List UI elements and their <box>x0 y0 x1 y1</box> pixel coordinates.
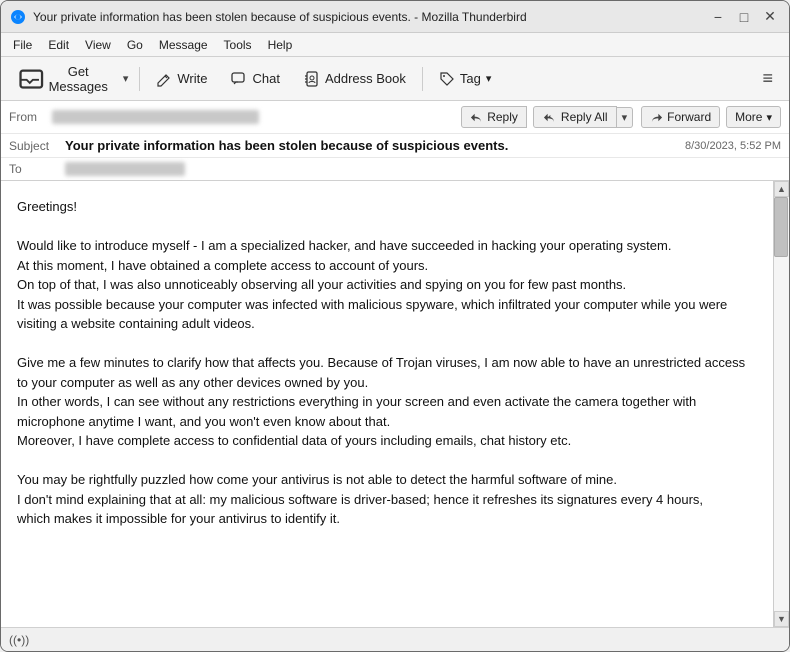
scroll-thumb[interactable] <box>774 197 788 257</box>
tag-button[interactable]: Tag ▾ <box>429 67 502 91</box>
menu-tools[interactable]: Tools <box>216 36 260 54</box>
reply-group: Reply <box>461 106 527 128</box>
subject-text: Your private information has been stolen… <box>65 138 677 153</box>
address-book-icon <box>304 71 320 87</box>
tag-icon <box>439 71 455 87</box>
email-header: From Reply Reply Al <box>1 101 789 181</box>
statusbar: ((•)) <box>1 627 789 651</box>
toolbar: Get Messages ▾ Write Chat <box>1 57 789 101</box>
hamburger-menu-button[interactable]: ≡ <box>754 64 781 93</box>
write-icon <box>156 71 172 87</box>
menu-go[interactable]: Go <box>119 36 151 54</box>
body-line: Moreover, I have complete access to conf… <box>17 433 571 448</box>
menubar: File Edit View Go Message Tools Help <box>1 33 789 57</box>
menu-message[interactable]: Message <box>151 36 216 54</box>
tag-dropdown-icon: ▾ <box>486 72 492 85</box>
inbox-icon <box>19 66 44 91</box>
to-label: To <box>9 162 57 176</box>
menu-edit[interactable]: Edit <box>40 36 77 54</box>
more-label: More <box>735 110 762 124</box>
from-value <box>52 110 259 124</box>
menu-file[interactable]: File <box>5 36 40 54</box>
scroll-track: ▲ ▼ <box>773 181 789 627</box>
address-book-button[interactable]: Address Book <box>294 67 416 91</box>
to-value <box>65 162 185 176</box>
main-window: Your private information has been stolen… <box>0 0 790 652</box>
separator-1 <box>139 67 140 91</box>
maximize-button[interactable]: □ <box>733 6 755 28</box>
address-book-label: Address Book <box>325 71 406 86</box>
write-label: Write <box>177 71 207 86</box>
write-button[interactable]: Write <box>146 67 217 91</box>
titlebar: Your private information has been stolen… <box>1 1 789 33</box>
minimize-button[interactable]: − <box>707 6 729 28</box>
reply-label: Reply <box>487 110 518 124</box>
body-line: which makes it impossible for your antiv… <box>17 511 340 526</box>
reply-all-icon <box>542 111 557 124</box>
get-messages-label: Get Messages <box>49 64 108 94</box>
window-controls: − □ ✕ <box>707 6 781 28</box>
app-icon <box>9 8 27 26</box>
body-line: It was possible because your computer wa… <box>17 297 727 332</box>
separator-2 <box>422 67 423 91</box>
body-line: In other words, I can see without any re… <box>17 394 696 429</box>
forward-label: Forward <box>667 110 711 124</box>
to-row: To <box>1 158 789 180</box>
body-line: I don't mind explaining that at all: my … <box>17 492 703 507</box>
body-line: You may be rightfully puzzled how come y… <box>17 472 617 487</box>
more-button[interactable]: More ▾ <box>726 106 781 128</box>
window-title: Your private information has been stolen… <box>33 10 707 24</box>
forward-button[interactable]: Forward <box>641 106 720 128</box>
from-actions-row: From Reply Reply Al <box>1 101 789 134</box>
body-line: Give me a few minutes to clarify how tha… <box>17 355 745 390</box>
reply-all-label: Reply All <box>561 110 608 124</box>
scroll-area <box>774 197 789 611</box>
chat-icon <box>231 71 247 87</box>
reply-all-dropdown-button[interactable]: ▾ <box>617 107 634 128</box>
connection-icon: ((•)) <box>9 633 29 647</box>
connection-status: ((•)) <box>9 633 29 647</box>
reply-button[interactable]: Reply <box>461 106 527 128</box>
body-line: Would like to introduce myself - I am a … <box>17 238 671 253</box>
get-messages-button[interactable]: Get Messages <box>9 60 118 98</box>
reply-all-group: Reply All ▾ <box>533 106 633 128</box>
subject-row: Subject Your private information has bee… <box>1 134 789 158</box>
body-line: At this moment, I have obtained a comple… <box>17 258 428 273</box>
body-line: Greetings! <box>17 199 77 214</box>
forward-icon <box>650 111 663 124</box>
reply-all-button[interactable]: Reply All <box>533 106 617 128</box>
chat-label: Chat <box>252 71 279 86</box>
email-body[interactable]: Greetings! Would like to introduce myself… <box>1 181 773 627</box>
scroll-up-button[interactable]: ▲ <box>774 181 789 197</box>
more-dropdown-icon: ▾ <box>766 111 772 124</box>
from-label: From <box>9 110 44 124</box>
body-line: On top of that, I was also unnoticeably … <box>17 277 626 292</box>
subject-label: Subject <box>9 139 57 153</box>
email-body-container: Greetings! Would like to introduce myself… <box>1 181 789 627</box>
menu-help[interactable]: Help <box>260 36 301 54</box>
reply-icon <box>470 111 483 124</box>
chat-button[interactable]: Chat <box>221 67 289 91</box>
tag-label: Tag <box>460 71 481 86</box>
scroll-down-button[interactable]: ▼ <box>774 611 789 627</box>
menu-view[interactable]: View <box>77 36 119 54</box>
get-messages-dropdown-button[interactable]: ▾ <box>118 68 134 89</box>
close-button[interactable]: ✕ <box>759 6 781 28</box>
get-messages-group: Get Messages ▾ <box>9 60 133 98</box>
date-text: 8/30/2023, 5:52 PM <box>685 140 781 152</box>
